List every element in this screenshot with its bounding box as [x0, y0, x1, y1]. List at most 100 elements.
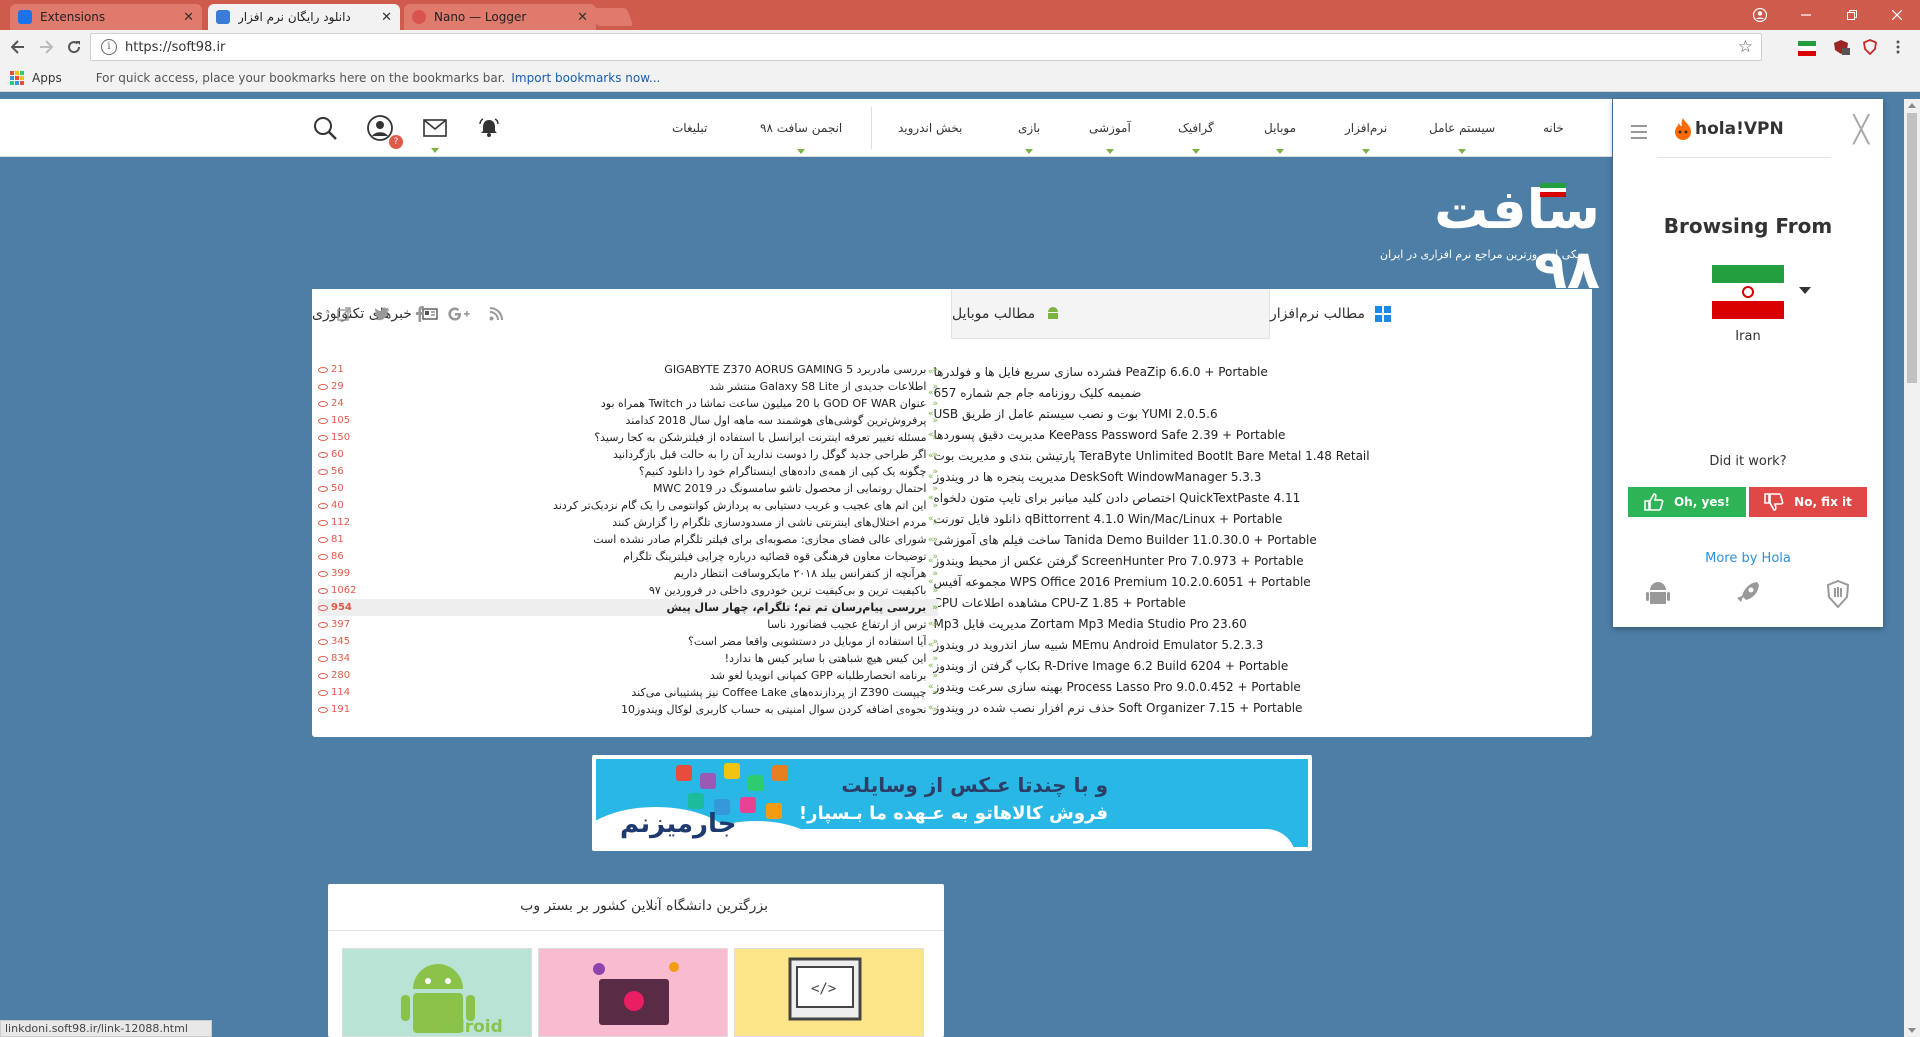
country-dropdown-icon[interactable]: [1799, 287, 1811, 294]
tab-mobile-posts[interactable]: مطالب موبایل: [952, 289, 1269, 339]
list-item[interactable]: 280 برنامه انحصارطلبانه GPP کمپانی انویدی…: [318, 667, 938, 684]
scrollbar-thumb[interactable]: [1907, 113, 1917, 383]
list-item[interactable]: » Soft Organizer 7.15 + Portable حذف نرم …: [922, 697, 1582, 718]
list-item[interactable]: 81 شورای عالی فضای مجازی: مصوبه‌ای برای ف…: [318, 531, 938, 548]
scroll-up-icon[interactable]: [1908, 103, 1916, 108]
list-item[interactable]: » MEmu Android Emulator 5.2.3.3 شبیه ساز …: [922, 634, 1582, 655]
minimize-icon[interactable]: [1783, 0, 1829, 30]
list-item[interactable]: » ScreenHunter Pro 7.0.973 + Portable گرف…: [922, 550, 1582, 571]
post-title[interactable]: R-Drive Image 6.2 Build 6204 + Portable …: [934, 659, 1289, 673]
list-item[interactable]: » Process Lasso Pro 9.0.0.452 + Portable …: [922, 676, 1582, 697]
forward-arrow-icon[interactable]: [35, 36, 57, 58]
post-title[interactable]: Tanida Demo Builder 11.0.30.0 + Portable…: [934, 533, 1317, 547]
address-bar[interactable]: i https://soft98.ir ☆: [90, 33, 1762, 61]
nav-item-mobile[interactable]: موبایل: [1264, 99, 1296, 157]
list-item[interactable]: 112 مردم اختلال‌های اینترنتی ناشی از مسدو…: [318, 514, 938, 531]
new-tab-button[interactable]: [590, 8, 634, 26]
news-title[interactable]: هرآنچه از کنفرانس بیلد ۲۰۱۸ مایکروسافت ا…: [370, 567, 927, 580]
post-title[interactable]: Process Lasso Pro 9.0.0.452 + Portable ب…: [934, 680, 1301, 694]
list-item[interactable]: 50 احتمال رونمایی از محصول تاشو سامسونگ د…: [318, 480, 938, 497]
nav-item-education[interactable]: آموزشی: [1089, 99, 1131, 157]
news-title[interactable]: اطلاعات جدیدی از Galaxy S8 Lite منتشر شد: [370, 380, 926, 393]
close-icon[interactable]: ✕: [577, 10, 588, 25]
external-link-icon[interactable]: [334, 304, 354, 324]
bookmark-star-icon[interactable]: ☆: [1738, 37, 1753, 57]
list-item[interactable]: 1062 باکیفیت ترین و بی‌کیفیت ترین خودروی …: [318, 582, 938, 599]
apps-link[interactable]: Apps: [32, 71, 62, 85]
post-title[interactable]: Soft Organizer 7.15 + Portable حذف نرم ا…: [934, 701, 1303, 715]
post-title[interactable]: QuickTextPaste 4.11 اختصاص دادن کلید میا…: [934, 491, 1301, 505]
more-by-hola-link[interactable]: More by Hola: [1613, 551, 1883, 566]
list-item[interactable]: 397 ترس از ارتفاع عجیب فضانورد ناسا »: [318, 616, 938, 633]
news-title[interactable]: احتمال رونمایی از محصول تاشو سامسونگ در …: [370, 482, 927, 495]
user-profile-icon[interactable]: ?: [365, 113, 403, 149]
list-item[interactable]: » WPS Office 2016 Premium 10.2.0.6051 + P…: [922, 571, 1582, 592]
close-icon[interactable]: ✕: [183, 10, 194, 25]
close-icon[interactable]: ╳: [1853, 115, 1869, 145]
list-item[interactable]: » KeePass Password Safe 2.39 + Portable م…: [922, 424, 1582, 445]
list-item[interactable]: » DeskSoft WindowManager 5.3.3 مدیریت پنج…: [922, 466, 1582, 487]
post-title[interactable]: MEmu Android Emulator 5.2.3.3 شبیه ساز ا…: [934, 638, 1264, 652]
android-icon[interactable]: [1643, 577, 1673, 611]
scroll-down-icon[interactable]: [1908, 1028, 1916, 1033]
list-item[interactable]: 345 آیا استفاده از موبایل در دستشویی واقع…: [318, 633, 938, 650]
news-title[interactable]: ترس از ارتفاع عجیب فضانورد ناسا: [370, 618, 926, 631]
list-item[interactable]: 954 بررسی پیام‌رسان تم تم؛ تلگرام، چهار س…: [318, 599, 938, 616]
advertisement-banner[interactable]: و با چندتا عـکس از وسایلت فروش کالاهاتو …: [592, 755, 1312, 851]
tab-extensions[interactable]: Extensions ✕: [10, 4, 202, 30]
page-scrollbar[interactable]: [1904, 99, 1920, 1037]
notification-bell-icon[interactable]: [474, 113, 504, 143]
news-title[interactable]: عنوان GOD OF WAR با 20 میلیون ساعت تماشا…: [370, 397, 927, 410]
close-icon[interactable]: ✕: [381, 10, 392, 25]
list-item[interactable]: 114 چیپست Z390 از پردازنده‌های Coffee Lak…: [318, 684, 938, 701]
import-bookmarks-link[interactable]: Import bookmarks now...: [511, 71, 660, 85]
reload-icon[interactable]: [63, 36, 85, 58]
list-item[interactable]: » R-Drive Image 6.2 Build 6204 + Portable…: [922, 655, 1582, 676]
hand-shield-icon[interactable]: [1823, 577, 1853, 611]
window-close-icon[interactable]: [1874, 0, 1920, 30]
apps-grid-icon[interactable]: [10, 70, 24, 85]
news-title[interactable]: چیپست Z390 از پردازنده‌های Coffee Lake ن…: [370, 686, 926, 699]
iran-flag-extension-icon[interactable]: [1798, 39, 1816, 56]
course-thumbnail-design[interactable]: [538, 948, 728, 1037]
post-title[interactable]: YUMI 2.0.5.6 بوت و نصب سیستم عامل از طری…: [934, 407, 1218, 421]
list-item[interactable]: 834 این کیس هیچ شباهتی با سایر کیس ها ندا…: [318, 650, 938, 667]
news-title[interactable]: باکیفیت ترین و بی‌کیفیت ترین خودروی داخل…: [370, 584, 927, 597]
list-item[interactable]: » QuickTextPaste 4.11 اختصاص دادن کلید می…: [922, 487, 1582, 508]
mail-icon[interactable]: [420, 113, 450, 153]
list-item[interactable]: » Zortam Mp3 Media Studio Pro 23.60 مدیری…: [922, 613, 1582, 634]
news-title[interactable]: مسئله تغییر تعرفه اینترنت ایرانسل با است…: [370, 431, 926, 444]
tab-software-posts[interactable]: مطالب نرم‌افزار: [1269, 289, 1592, 339]
shield-extension-icon[interactable]: [1862, 39, 1880, 56]
tab-nano-logger[interactable]: Nano — Logger ✕: [404, 4, 596, 30]
post-title[interactable]: WPS Office 2016 Premium 10.2.0.6051 + Po…: [934, 575, 1311, 589]
back-arrow-icon[interactable]: [7, 36, 29, 58]
news-title[interactable]: شورای عالی فضای مجازی: مصوبه‌ای برای فیل…: [370, 533, 926, 546]
tab-soft98[interactable]: دانلود رایگان نرم افزار ✕: [208, 4, 400, 30]
post-title[interactable]: Zortam Mp3 Media Studio Pro 23.60 مدیریت…: [934, 617, 1247, 631]
post-title[interactable]: CPU-Z 1.85 + Portable مشاهده اطلاعات CPU: [934, 596, 1186, 610]
list-item[interactable]: » TeraByte Unlimited BootIt Bare Metal 1.…: [922, 445, 1582, 466]
list-item[interactable]: » qBittorrent 4.1.0 Win/Mac/Linux + Porta…: [922, 508, 1582, 529]
post-title[interactable]: KeePass Password Safe 2.39 + Portable مد…: [934, 428, 1286, 442]
nav-item-games[interactable]: بازی: [1018, 99, 1040, 157]
ublock-extension-icon[interactable]: [1832, 39, 1850, 55]
post-title[interactable]: TeraByte Unlimited BootIt Bare Metal 1.4…: [934, 449, 1370, 463]
post-title[interactable]: ضمیمه کلیک روزنامه جام جم شماره 657: [934, 386, 1142, 400]
post-title[interactable]: ScreenHunter Pro 7.0.973 + Portable گرفت…: [934, 554, 1304, 568]
fix-it-button[interactable]: No, fix it: [1749, 487, 1867, 517]
list-item[interactable]: 56 چگونه یک کپی از همه‌ی داده‌های اینستاگ…: [318, 463, 938, 480]
news-title[interactable]: توضیحات معاون فرهنگی قوه قضائیه درباره چ…: [370, 550, 926, 563]
list-item[interactable]: 191 نحوه‌ی اضافه کردن سوال امنیتی به حساب…: [318, 701, 938, 718]
post-title[interactable]: DeskSoft WindowManager 5.3.3 مدیریت پنجر…: [934, 470, 1262, 484]
news-title[interactable]: این کیس هیچ شباهتی با سایر کیس ها ندارد!: [370, 652, 927, 665]
nav-item-android[interactable]: بخش اندروید: [898, 99, 962, 157]
nav-item-home[interactable]: خانه: [1543, 99, 1564, 157]
list-item[interactable]: 24 عنوان GOD OF WAR با 20 میلیون ساعت تما…: [318, 395, 938, 412]
nav-item-graphics[interactable]: گرافیک: [1178, 99, 1214, 157]
nav-item-forum[interactable]: انجمن سافت ۹۸: [760, 99, 842, 157]
news-title[interactable]: بررسی پیام‌رسان تم تم؛ تلگرام، چهار سال …: [370, 601, 927, 614]
rss-icon[interactable]: [486, 304, 506, 324]
list-item[interactable]: 86 توضیحات معاون فرهنگی قوه قضائیه درباره…: [318, 548, 938, 565]
news-title[interactable]: اگر طراحی جدید گوگل را دوست ندارید آن را…: [370, 448, 927, 461]
